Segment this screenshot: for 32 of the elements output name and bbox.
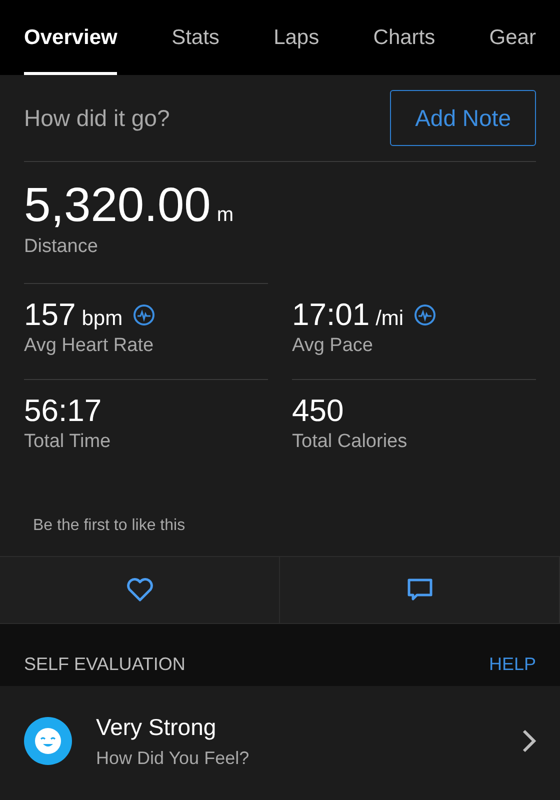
- stat-label: Total Time: [24, 430, 112, 454]
- stat-value: 157: [24, 298, 76, 332]
- note-prompt: How did it go?: [24, 104, 170, 133]
- tab[interactable]: Stats: [172, 3, 220, 75]
- distance-label: Distance: [24, 234, 99, 259]
- heart-icon: [126, 578, 154, 602]
- evaluation-title: Very Strong: [96, 713, 218, 742]
- unit-label: m: [216, 204, 234, 226]
- likes-text: Be the first to like this: [32, 516, 186, 536]
- smiley-icon: [24, 717, 72, 766]
- activity-icon[interactable]: [132, 304, 155, 326]
- unit-label: bpm: [82, 307, 123, 330]
- stat-label: Avg Pace: [292, 334, 374, 358]
- self-evaluation-item[interactable]: Very Strong How Did You Feel?: [0, 686, 560, 796]
- chevron-right-icon: [522, 729, 536, 754]
- section-header: SELF EVALUATION: [24, 653, 186, 676]
- stat-label: Avg Heart Rate: [24, 334, 155, 358]
- evaluation-subtitle: How Did You Feel?: [96, 746, 250, 770]
- activity-icon[interactable]: [414, 304, 436, 326]
- tab[interactable]: Gear: [489, 3, 536, 75]
- stat-value: 56:17: [24, 394, 102, 428]
- stat-value: 450: [292, 394, 344, 428]
- help-link[interactable]: HELP: [488, 651, 536, 678]
- stat-label: Total Calories: [292, 430, 408, 454]
- tab[interactable]: Laps: [274, 3, 320, 75]
- tab[interactable]: Overview: [24, 3, 118, 75]
- stat-value: 17:01: [292, 298, 370, 332]
- add-note-button[interactable]: Add Note: [390, 90, 536, 146]
- tab[interactable]: Charts: [373, 3, 436, 75]
- distance-value: 5,320.00: [24, 179, 211, 232]
- speech-bubble-icon: [406, 578, 432, 602]
- unit-label: /mi: [376, 307, 404, 330]
